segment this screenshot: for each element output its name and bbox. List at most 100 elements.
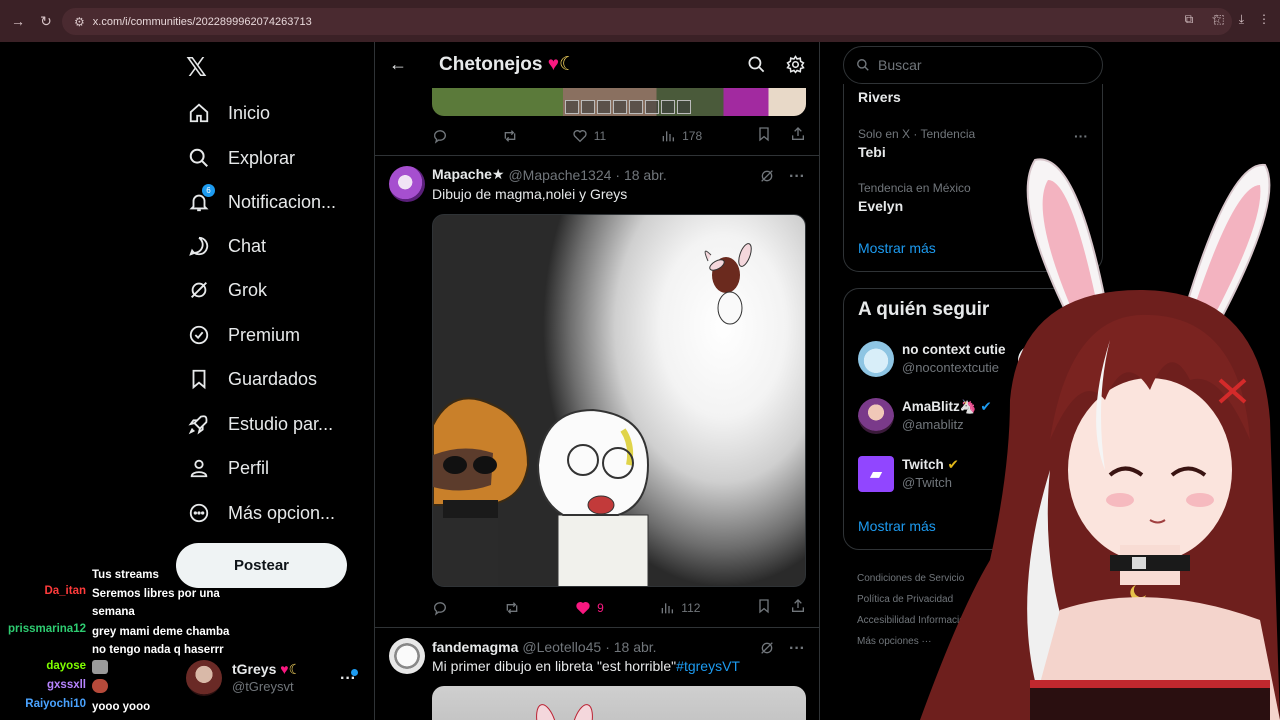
author-name[interactable]: Mapache★	[432, 166, 504, 183]
nav-item-chat[interactable]: Chat	[186, 226, 266, 266]
trend-name[interactable]: Evelyn	[858, 198, 903, 214]
post-actions: 11 178	[432, 126, 806, 145]
like-count: 11	[593, 128, 607, 143]
unread-dot	[351, 669, 358, 676]
like-button[interactable]: 11	[572, 128, 606, 144]
post-image[interactable]	[432, 214, 806, 587]
chat-message: Raiyochi10 yooo yooo	[0, 698, 232, 716]
x-logo-icon[interactable]: 𝕏	[186, 52, 207, 83]
chat-message: Da_itan Seremos libres por una semana	[0, 585, 232, 621]
white-character-drawing	[536, 408, 650, 586]
post-date[interactable]: · 18 abr.	[605, 639, 656, 655]
twitch-logo-icon: ▰	[858, 456, 894, 492]
like-button[interactable]: 9	[575, 600, 604, 616]
chat-text: grey mami deme chamba no tengo nada q ha…	[92, 626, 230, 656]
nav-item-premium[interactable]: Premium	[186, 315, 300, 355]
views-button[interactable]: 112	[659, 600, 700, 616]
chat-text: Seremos libres por una semana	[92, 588, 220, 618]
search-icon	[186, 146, 212, 170]
reply-button[interactable]	[432, 600, 448, 616]
chat-text: Tus streams	[92, 569, 159, 581]
bookmark-icon[interactable]	[756, 126, 772, 145]
nav-label: Grok	[228, 279, 268, 300]
gear-icon[interactable]	[786, 55, 805, 79]
view-count: 112	[681, 600, 701, 615]
download-icon[interactable]: ⤓	[1239, 12, 1244, 27]
view-count: 178	[682, 128, 703, 143]
community-header: ← Chetonejos ♥☾	[375, 42, 819, 88]
community-title: Chetonejos ♥☾	[439, 53, 576, 76]
moon-emoji-icon: ☾	[559, 54, 577, 75]
more-icon[interactable]: ···	[789, 640, 805, 661]
menu-icon[interactable]: ⋮	[1258, 12, 1270, 27]
post-image[interactable]	[432, 686, 806, 720]
chat-username: dayose	[46, 660, 86, 672]
bunny-chibi-drawing	[704, 243, 752, 325]
address-bar[interactable]: ⚙ x.com/i/communities/202289996207426371…	[62, 8, 1232, 35]
forward-icon[interactable]: →	[4, 13, 32, 29]
post-actions: 9 112	[432, 598, 806, 617]
chat-text: yooo yooo	[92, 701, 151, 713]
chat-bubble-icon	[186, 234, 212, 258]
post-text: Mi primer dibujo en libreta "est horribl…	[432, 658, 740, 674]
post-text-body: Mi primer dibujo en libreta "est horribl…	[432, 658, 677, 674]
share-icon[interactable]	[790, 598, 806, 617]
search-icon	[857, 59, 869, 71]
post-header: Mapache★ @Mapache1324 · 18 abr.	[432, 166, 667, 183]
url-text: x.com/i/communities/2022899962074263713	[92, 15, 312, 28]
hashtag-link[interactable]: #tgreysVT	[676, 658, 740, 674]
nav-item-studio[interactable]: Estudio par...	[186, 404, 333, 444]
author-name[interactable]: fandemagma	[432, 639, 518, 655]
search-input[interactable]: Buscar	[843, 46, 1103, 84]
repost-button[interactable]	[504, 600, 520, 616]
bookmark-icon	[186, 367, 212, 391]
site-settings-icon[interactable]: ⚙	[74, 15, 85, 29]
extensions-icon[interactable]: ⬚	[1213, 12, 1224, 27]
like-count: 9	[597, 600, 604, 615]
repost-button[interactable]	[502, 128, 518, 144]
post-header: fandemagma @Leotello45 · 18 abr.	[432, 639, 657, 655]
post-media[interactable]	[432, 88, 806, 116]
trend-label: Solo en X · Tendencia	[858, 127, 976, 141]
search-icon[interactable]	[747, 55, 766, 79]
nav-item-grok[interactable]: Grok	[186, 270, 267, 310]
browser-toolbar: → ↻ ⚙ x.com/i/communities/20228999620742…	[0, 0, 1280, 42]
avatar[interactable]	[389, 638, 425, 674]
verified-badge-icon	[186, 323, 212, 347]
chat-username: Raiyochi10	[25, 698, 86, 710]
nav-item-more[interactable]: Más opcion...	[186, 493, 335, 533]
back-arrow-icon[interactable]: ←	[389, 54, 407, 75]
more-icon[interactable]: ···	[789, 168, 805, 189]
nav-item-explore[interactable]: Explorar	[186, 138, 295, 178]
author-handle[interactable]: @Mapache1324	[508, 167, 611, 183]
reload-icon[interactable]: ↻	[32, 13, 60, 30]
account-switcher[interactable]: tGreys ♥☾ @tGreysvt	[186, 660, 301, 696]
bookmark-icon[interactable]	[756, 598, 772, 617]
grok-icon[interactable]	[759, 640, 775, 661]
author-handle[interactable]: @Leotello45	[522, 639, 601, 655]
chat-username: Da_itan	[44, 585, 86, 597]
cast-icon[interactable]: ⧉	[1185, 12, 1194, 27]
main-timeline: ← Chetonejos ♥☾ 11 178 Mapache★ @Mapache…	[374, 42, 820, 720]
nav-label: Estudio par...	[228, 413, 334, 434]
grok-icon[interactable]	[759, 168, 775, 189]
reply-button[interactable]	[432, 128, 448, 144]
heart-emoji-icon: ♥	[542, 54, 560, 75]
trend-name[interactable]: Tebi	[858, 144, 886, 160]
nav-item-home[interactable]: Inicio	[186, 93, 270, 133]
views-button[interactable]: 178	[660, 128, 702, 144]
trend-name[interactable]: Rivers	[858, 89, 901, 105]
share-icon[interactable]	[790, 126, 806, 145]
rocket-icon	[186, 412, 212, 436]
nav-label: Más opcion...	[228, 502, 336, 523]
nav-label: Explorar	[228, 147, 296, 168]
nav-item-profile[interactable]: Perfil	[186, 448, 269, 488]
grok-icon	[186, 278, 212, 302]
bell-icon: 6	[186, 184, 215, 214]
avatar[interactable]	[389, 166, 425, 202]
avatar	[186, 660, 222, 696]
nav-item-bookmarks[interactable]: Guardados	[186, 359, 317, 399]
nav-item-notifications[interactable]: 6 Notificacion...	[186, 182, 336, 222]
person-icon	[186, 456, 212, 480]
post-date[interactable]: · 18 abr.	[615, 167, 666, 183]
